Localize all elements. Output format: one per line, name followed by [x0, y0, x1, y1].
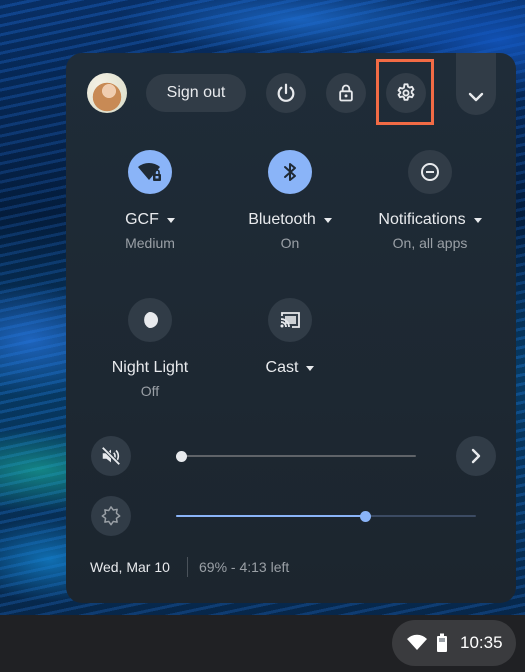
battery-icon	[437, 633, 447, 652]
cast-label-button[interactable]: Cast	[225, 359, 355, 377]
lock-icon	[339, 84, 353, 102]
network-name: GCF	[125, 211, 159, 228]
night-light-label: Night Light	[85, 359, 215, 377]
volume-slider-track[interactable]	[181, 455, 416, 457]
chevron-down-icon	[468, 92, 484, 102]
lock-button[interactable]	[326, 73, 366, 113]
night-light-status: Off	[140, 383, 160, 399]
cast-toggle[interactable]	[268, 298, 312, 342]
dropdown-caret-icon	[473, 217, 482, 223]
date-button[interactable]: Wed, Mar 10	[90, 559, 170, 575]
night-light-toggle[interactable]	[128, 298, 172, 342]
notifications-toggle[interactable]	[408, 150, 452, 194]
notifications-label-button[interactable]: Notifications	[365, 211, 495, 229]
battery-status[interactable]: 69% - 4:13 left	[199, 559, 289, 575]
volume-slider-thumb[interactable]	[175, 451, 187, 462]
power-button[interactable]	[266, 73, 306, 113]
status-tray-button[interactable]: 10:35	[392, 620, 516, 666]
dropdown-caret-icon	[166, 217, 175, 223]
wifi-lock-icon	[138, 162, 161, 181]
bluetooth-icon	[284, 163, 296, 181]
dropdown-caret-icon	[306, 365, 315, 371]
cast-icon	[280, 312, 300, 328]
footer-divider	[187, 557, 188, 577]
volume-muted-icon	[101, 446, 121, 466]
network-toggle[interactable]	[128, 150, 172, 194]
tile-bluetooth[interactable]: Bluetooth On	[225, 150, 355, 251]
tile-cast[interactable]: Cast	[225, 298, 355, 377]
network-status: Medium	[125, 235, 175, 251]
brightness-slider-thumb[interactable]	[359, 511, 371, 522]
notifications-label: Notifications	[378, 211, 466, 228]
brightness-slider-fill	[176, 515, 365, 517]
night-light-icon	[141, 312, 158, 328]
bluetooth-label-button[interactable]: Bluetooth	[225, 211, 355, 229]
wifi-icon	[407, 634, 427, 650]
tile-notifications[interactable]: Notifications On, all apps	[365, 150, 495, 251]
brightness-icon	[101, 506, 121, 526]
bluetooth-label: Bluetooth	[248, 211, 316, 228]
audio-settings-button[interactable]	[456, 436, 496, 476]
bluetooth-status: On	[280, 235, 300, 251]
network-label-button[interactable]: GCF	[85, 211, 215, 229]
chevron-right-icon	[471, 448, 481, 464]
avatar[interactable]	[87, 73, 127, 113]
do-not-disturb-icon	[421, 163, 439, 181]
clock: 10:35	[460, 633, 503, 652]
power-icon	[277, 83, 295, 102]
brightness-button	[91, 496, 131, 536]
night-light-name: Night Light	[111, 359, 189, 376]
bluetooth-toggle[interactable]	[268, 150, 312, 194]
collapse-button[interactable]	[456, 53, 496, 115]
tile-network[interactable]: GCF Medium	[85, 150, 215, 251]
dropdown-caret-icon	[323, 217, 332, 223]
sign-out-label: Sign out	[166, 84, 226, 101]
notifications-status: On, all apps	[392, 235, 468, 251]
tile-night-light[interactable]: Night Light Off	[85, 298, 215, 399]
sign-out-button[interactable]: Sign out	[146, 74, 246, 112]
cast-label: Cast	[265, 359, 299, 376]
settings-highlight-box	[376, 59, 434, 125]
mute-toggle-button[interactable]	[91, 436, 131, 476]
